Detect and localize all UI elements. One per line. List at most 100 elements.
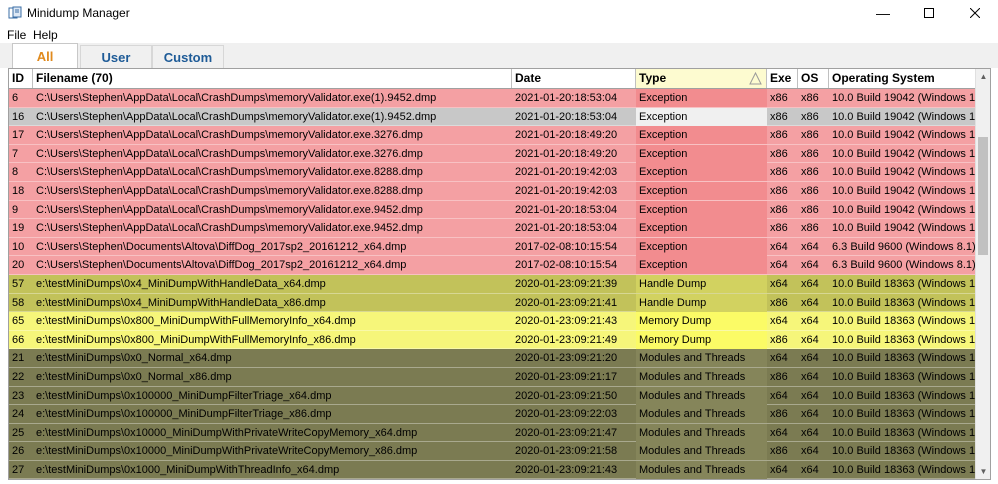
table-row[interactable]: 58 e:\testMiniDumps\0x4_MiniDumpWithHandl…	[9, 293, 975, 313]
cell-id: 25	[12, 426, 25, 439]
cell-opsys: 10.0 Build 18363 (Windows 10)	[832, 277, 975, 290]
cell-os: x64	[801, 259, 819, 272]
cell-filename: e:\testMiniDumps\0x10000_MiniDumpWithPri…	[36, 445, 418, 458]
cell-id: 57	[12, 277, 25, 290]
cell-filename: C:\Users\Stephen\AppData\Local\CrashDump…	[36, 110, 437, 123]
dump-table: ID Filename (70) Date Type Exe OS Operat…	[8, 68, 991, 480]
cell-date: 2020-01-23:09:21:58	[515, 445, 618, 458]
cell-date: 2020-01-23:09:21:47	[515, 426, 618, 439]
cell-id: 19	[12, 222, 25, 235]
cell-opsys: 10.0 Build 19042 (Windows 10)	[832, 166, 975, 179]
maximize-button[interactable]	[906, 0, 952, 26]
minimize-button[interactable]: —	[860, 0, 906, 26]
menu-help[interactable]: Help	[33, 28, 58, 42]
table-row[interactable]: 23 e:\testMiniDumps\0x100000_MiniDumpFilt…	[9, 386, 975, 406]
cell-exe: x86	[770, 370, 788, 383]
cell-type: Exception	[636, 181, 767, 200]
table-row[interactable]: 17 C:\Users\Stephen\AppData\Local\CrashDu…	[9, 126, 975, 145]
column-header-filename[interactable]: Filename (70)	[33, 69, 512, 88]
cell-opsys: 10.0 Build 19042 (Windows 10)	[832, 203, 975, 216]
cell-os: x64	[801, 408, 819, 421]
cell-date: 2017-02-08:10:15:54	[515, 240, 618, 253]
cell-type: Exception	[636, 200, 767, 219]
cell-exe: x86	[770, 222, 788, 235]
cell-os: x86	[801, 147, 819, 160]
cell-os: x64	[801, 426, 819, 439]
cell-opsys: 10.0 Build 19042 (Windows 10)	[832, 92, 975, 104]
table-row[interactable]: 9 C:\Users\Stephen\AppData\Local\CrashDum…	[9, 200, 975, 220]
column-header-exe[interactable]: Exe	[767, 69, 798, 88]
table-row[interactable]: 7 C:\Users\Stephen\AppData\Local\CrashDum…	[9, 144, 975, 164]
table-row[interactable]: 19 C:\Users\Stephen\AppData\Local\CrashDu…	[9, 219, 975, 238]
cell-type: Modules and Threads	[636, 367, 767, 386]
cell-opsys: 10.0 Build 19042 (Windows 10)	[832, 184, 975, 197]
table-row[interactable]: 25 e:\testMiniDumps\0x10000_MiniDumpWithP…	[9, 423, 975, 443]
table-row[interactable]: 65 e:\testMiniDumps\0x800_MiniDumpWithFul…	[9, 312, 975, 331]
cell-os: x86	[801, 203, 819, 216]
cell-id: 66	[12, 333, 25, 346]
cell-type: Exception	[636, 237, 767, 256]
cell-os: x64	[801, 315, 819, 328]
cell-opsys: 10.0 Build 19042 (Windows 10)	[832, 222, 975, 235]
table-row[interactable]: 27 e:\testMiniDumps\0x1000_MiniDumpWithTh…	[9, 460, 975, 479]
cell-date: 2020-01-23:09:22:03	[515, 408, 618, 421]
close-icon	[970, 8, 980, 18]
table-row[interactable]: 24 e:\testMiniDumps\0x100000_MiniDumpFilt…	[9, 405, 975, 424]
table-row[interactable]: 20 C:\Users\Stephen\Documents\Altova\Diff…	[9, 256, 975, 275]
cell-exe: x86	[770, 333, 788, 346]
table-row[interactable]: 66 e:\testMiniDumps\0x800_MiniDumpWithFul…	[9, 330, 975, 350]
menu-file[interactable]: File	[7, 28, 26, 42]
vertical-scrollbar[interactable]: ▲ ▼	[975, 69, 990, 479]
cell-opsys: 10.0 Build 18363 (Windows 10)	[832, 333, 975, 346]
cell-date: 2021-01-20:18:49:20	[515, 129, 618, 142]
scroll-down-button[interactable]: ▼	[976, 464, 990, 479]
cell-id: 58	[12, 296, 25, 309]
cell-opsys: 10.0 Build 19042 (Windows 10)	[832, 110, 975, 123]
column-header-date[interactable]: Date	[512, 69, 636, 88]
cell-opsys: 10.0 Build 19042 (Windows 10)	[832, 129, 975, 142]
table-row[interactable]: 57 e:\testMiniDumps\0x4_MiniDumpWithHandl…	[9, 274, 975, 294]
cell-os: x64	[801, 352, 819, 365]
title-bar: Minidump Manager —	[0, 0, 998, 26]
cell-os: x64	[801, 463, 819, 476]
cell-filename: e:\testMiniDumps\0x1000_MiniDumpWithThre…	[36, 463, 340, 476]
column-header-type[interactable]: Type	[636, 69, 767, 88]
cell-id: 23	[12, 389, 25, 402]
column-header-os[interactable]: OS	[798, 69, 829, 88]
table-row[interactable]: 26 e:\testMiniDumps\0x10000_MiniDumpWithP…	[9, 442, 975, 461]
table-row[interactable]: 16 C:\Users\Stephen\AppData\Local\CrashDu…	[9, 107, 975, 127]
table-row[interactable]: 22 e:\testMiniDumps\0x0_Normal_x86.dmp 202…	[9, 367, 975, 387]
cell-id: 65	[12, 315, 25, 328]
cell-opsys: 10.0 Build 18363 (Windows 10)	[832, 389, 975, 402]
cell-exe: x64	[770, 240, 788, 253]
cell-id: 17	[12, 129, 25, 142]
cell-type: Modules and Threads	[636, 386, 767, 405]
cell-type: Modules and Threads	[636, 442, 767, 461]
table-row[interactable]: 6 C:\Users\Stephen\AppData\Local\CrashDum…	[9, 89, 975, 108]
tab-user[interactable]: User	[80, 45, 152, 68]
cell-exe: x64	[770, 389, 788, 402]
close-button[interactable]	[952, 0, 998, 26]
tab-custom[interactable]: Custom	[152, 45, 224, 68]
cell-type: Exception	[636, 107, 767, 126]
column-header-type-label: Type	[639, 71, 667, 85]
table-row[interactable]: 8 C:\Users\Stephen\AppData\Local\CrashDum…	[9, 163, 975, 182]
cell-exe: x64	[770, 315, 788, 328]
cell-date: 2020-01-23:09:21:43	[515, 463, 618, 476]
cell-exe: x86	[770, 147, 788, 160]
cell-exe: x64	[770, 352, 788, 365]
table-row[interactable]: 10 C:\Users\Stephen\Documents\Altova\Diff…	[9, 237, 975, 257]
cell-date: 2020-01-23:09:21:50	[515, 389, 618, 402]
scroll-up-button[interactable]: ▲	[976, 69, 990, 84]
cell-type: Modules and Threads	[636, 423, 767, 442]
table-row[interactable]: 18 C:\Users\Stephen\AppData\Local\CrashDu…	[9, 181, 975, 201]
column-header-operating-system[interactable]: Operating System	[829, 69, 975, 88]
cell-os: x64	[801, 370, 819, 383]
column-header-id[interactable]: ID	[9, 69, 33, 88]
tab-all[interactable]: All	[12, 43, 78, 69]
cell-exe: x86	[770, 92, 788, 104]
scrollbar-thumb[interactable]	[978, 137, 988, 255]
cell-date: 2021-01-20:18:53:04	[515, 203, 618, 216]
table-row[interactable]: 21 e:\testMiniDumps\0x0_Normal_x64.dmp 202…	[9, 349, 975, 368]
arrow-down-icon: ▼	[979, 467, 988, 476]
